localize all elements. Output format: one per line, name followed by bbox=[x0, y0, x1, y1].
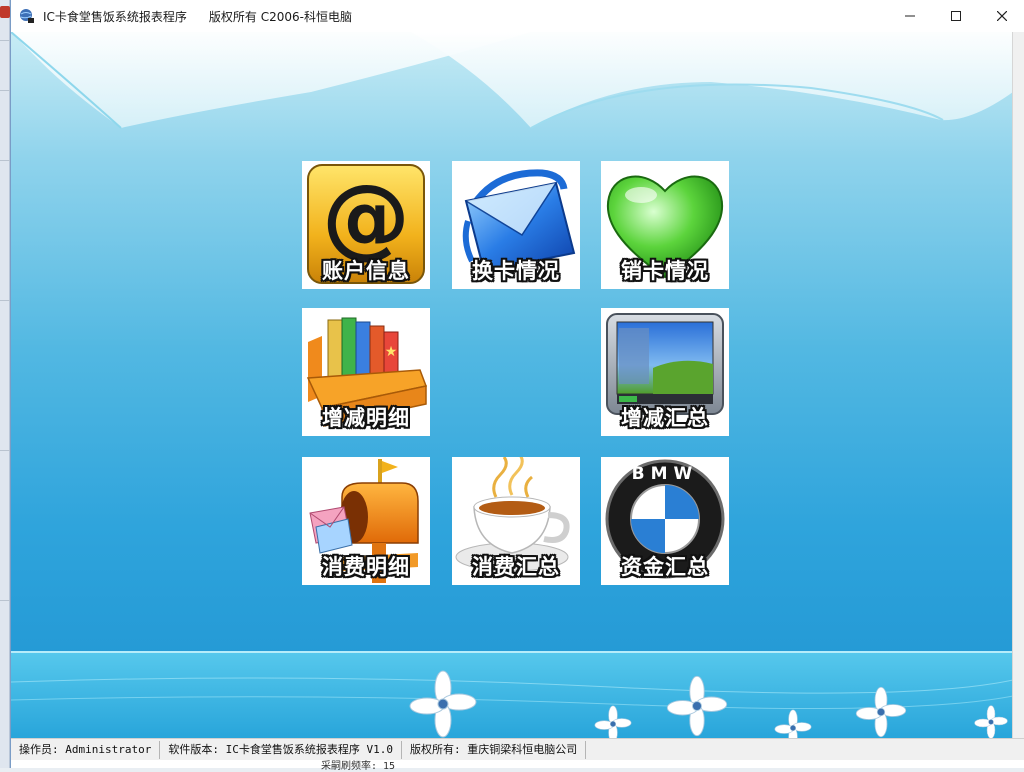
minimize-icon bbox=[905, 15, 915, 17]
tile-consumption-summary[interactable]: 消费汇总 bbox=[452, 457, 580, 585]
divider bbox=[0, 600, 10, 601]
tile-consumption-details[interactable]: 消费明细 bbox=[302, 457, 430, 585]
tile-label: 资金汇总 bbox=[621, 555, 709, 579]
tile-card-cancellation[interactable]: 销卡情况 bbox=[601, 161, 729, 289]
window-title: IC卡食堂售饭系统报表程序 bbox=[43, 9, 187, 24]
tile-label: 消费明细 bbox=[322, 555, 410, 579]
divider bbox=[0, 300, 10, 301]
tile-account-info[interactable]: @ 账户信息 bbox=[302, 161, 430, 289]
minimize-button[interactable] bbox=[887, 0, 933, 32]
bmw-logo-text: BMW bbox=[632, 464, 699, 484]
title-bar[interactable]: IC卡食堂售饭系统报表程序 版权所有 C2006-科恒电脑 bbox=[11, 0, 1024, 32]
divider bbox=[0, 90, 10, 91]
globe-app-icon bbox=[20, 9, 34, 23]
svg-text:★: ★ bbox=[385, 344, 398, 360]
divider bbox=[0, 450, 10, 451]
main-window: IC卡食堂售饭系统报表程序 版权所有 C2006-科恒电脑 @ 账户信息 换卡情… bbox=[10, 0, 1024, 772]
status-version: 软件版本: IC卡食堂售饭系统报表程序 V1.0 bbox=[160, 740, 402, 759]
tile-label: 换卡情况 bbox=[472, 259, 560, 283]
status-copyright: 版权所有: 重庆铜梁科恒电脑公司 bbox=[402, 740, 587, 759]
tile-label: 账户信息 bbox=[322, 259, 410, 283]
tile-fund-summary[interactable]: BMW 资金汇总 bbox=[601, 457, 729, 585]
tile-label: 销卡情况 bbox=[621, 259, 709, 283]
status-bar: 操作员: Administrator 软件版本: IC卡食堂售饭系统报表程序 V… bbox=[11, 738, 1024, 760]
maximize-icon bbox=[951, 11, 961, 21]
underlying-window-text: 采嗣刷频率: 15 bbox=[321, 761, 396, 772]
window-copyright: 版权所有 C2006-科恒电脑 bbox=[208, 9, 352, 24]
tile-label: 增减明细 bbox=[322, 406, 410, 430]
tile-adjustment-summary[interactable]: 增减汇总 bbox=[601, 308, 729, 436]
background-app-icon bbox=[0, 6, 10, 18]
tile-card-replacement[interactable]: 换卡情况 bbox=[452, 161, 580, 289]
window-controls bbox=[887, 0, 1024, 32]
close-icon bbox=[997, 11, 1007, 21]
tile-adjustment-details[interactable]: ★ 增减明细 bbox=[302, 308, 430, 436]
maximize-button[interactable] bbox=[933, 0, 979, 32]
tile-label: 增减汇总 bbox=[621, 406, 709, 430]
close-button[interactable] bbox=[979, 0, 1024, 32]
divider bbox=[0, 160, 10, 161]
status-operator: 操作员: Administrator bbox=[11, 740, 161, 759]
divider bbox=[0, 40, 10, 41]
vertical-scrollbar[interactable] bbox=[1012, 32, 1024, 738]
svg-text:@: @ bbox=[322, 165, 410, 268]
background-window-strip bbox=[0, 0, 10, 768]
main-client-area: @ 账户信息 换卡情况 销卡情况 ★ 增减明细 增减汇总 消费明细 消费汇总 B… bbox=[11, 32, 1013, 738]
background-decoration bbox=[11, 32, 1013, 738]
underlying-window-edge bbox=[11, 760, 1024, 768]
tile-label: 消费汇总 bbox=[472, 555, 560, 579]
